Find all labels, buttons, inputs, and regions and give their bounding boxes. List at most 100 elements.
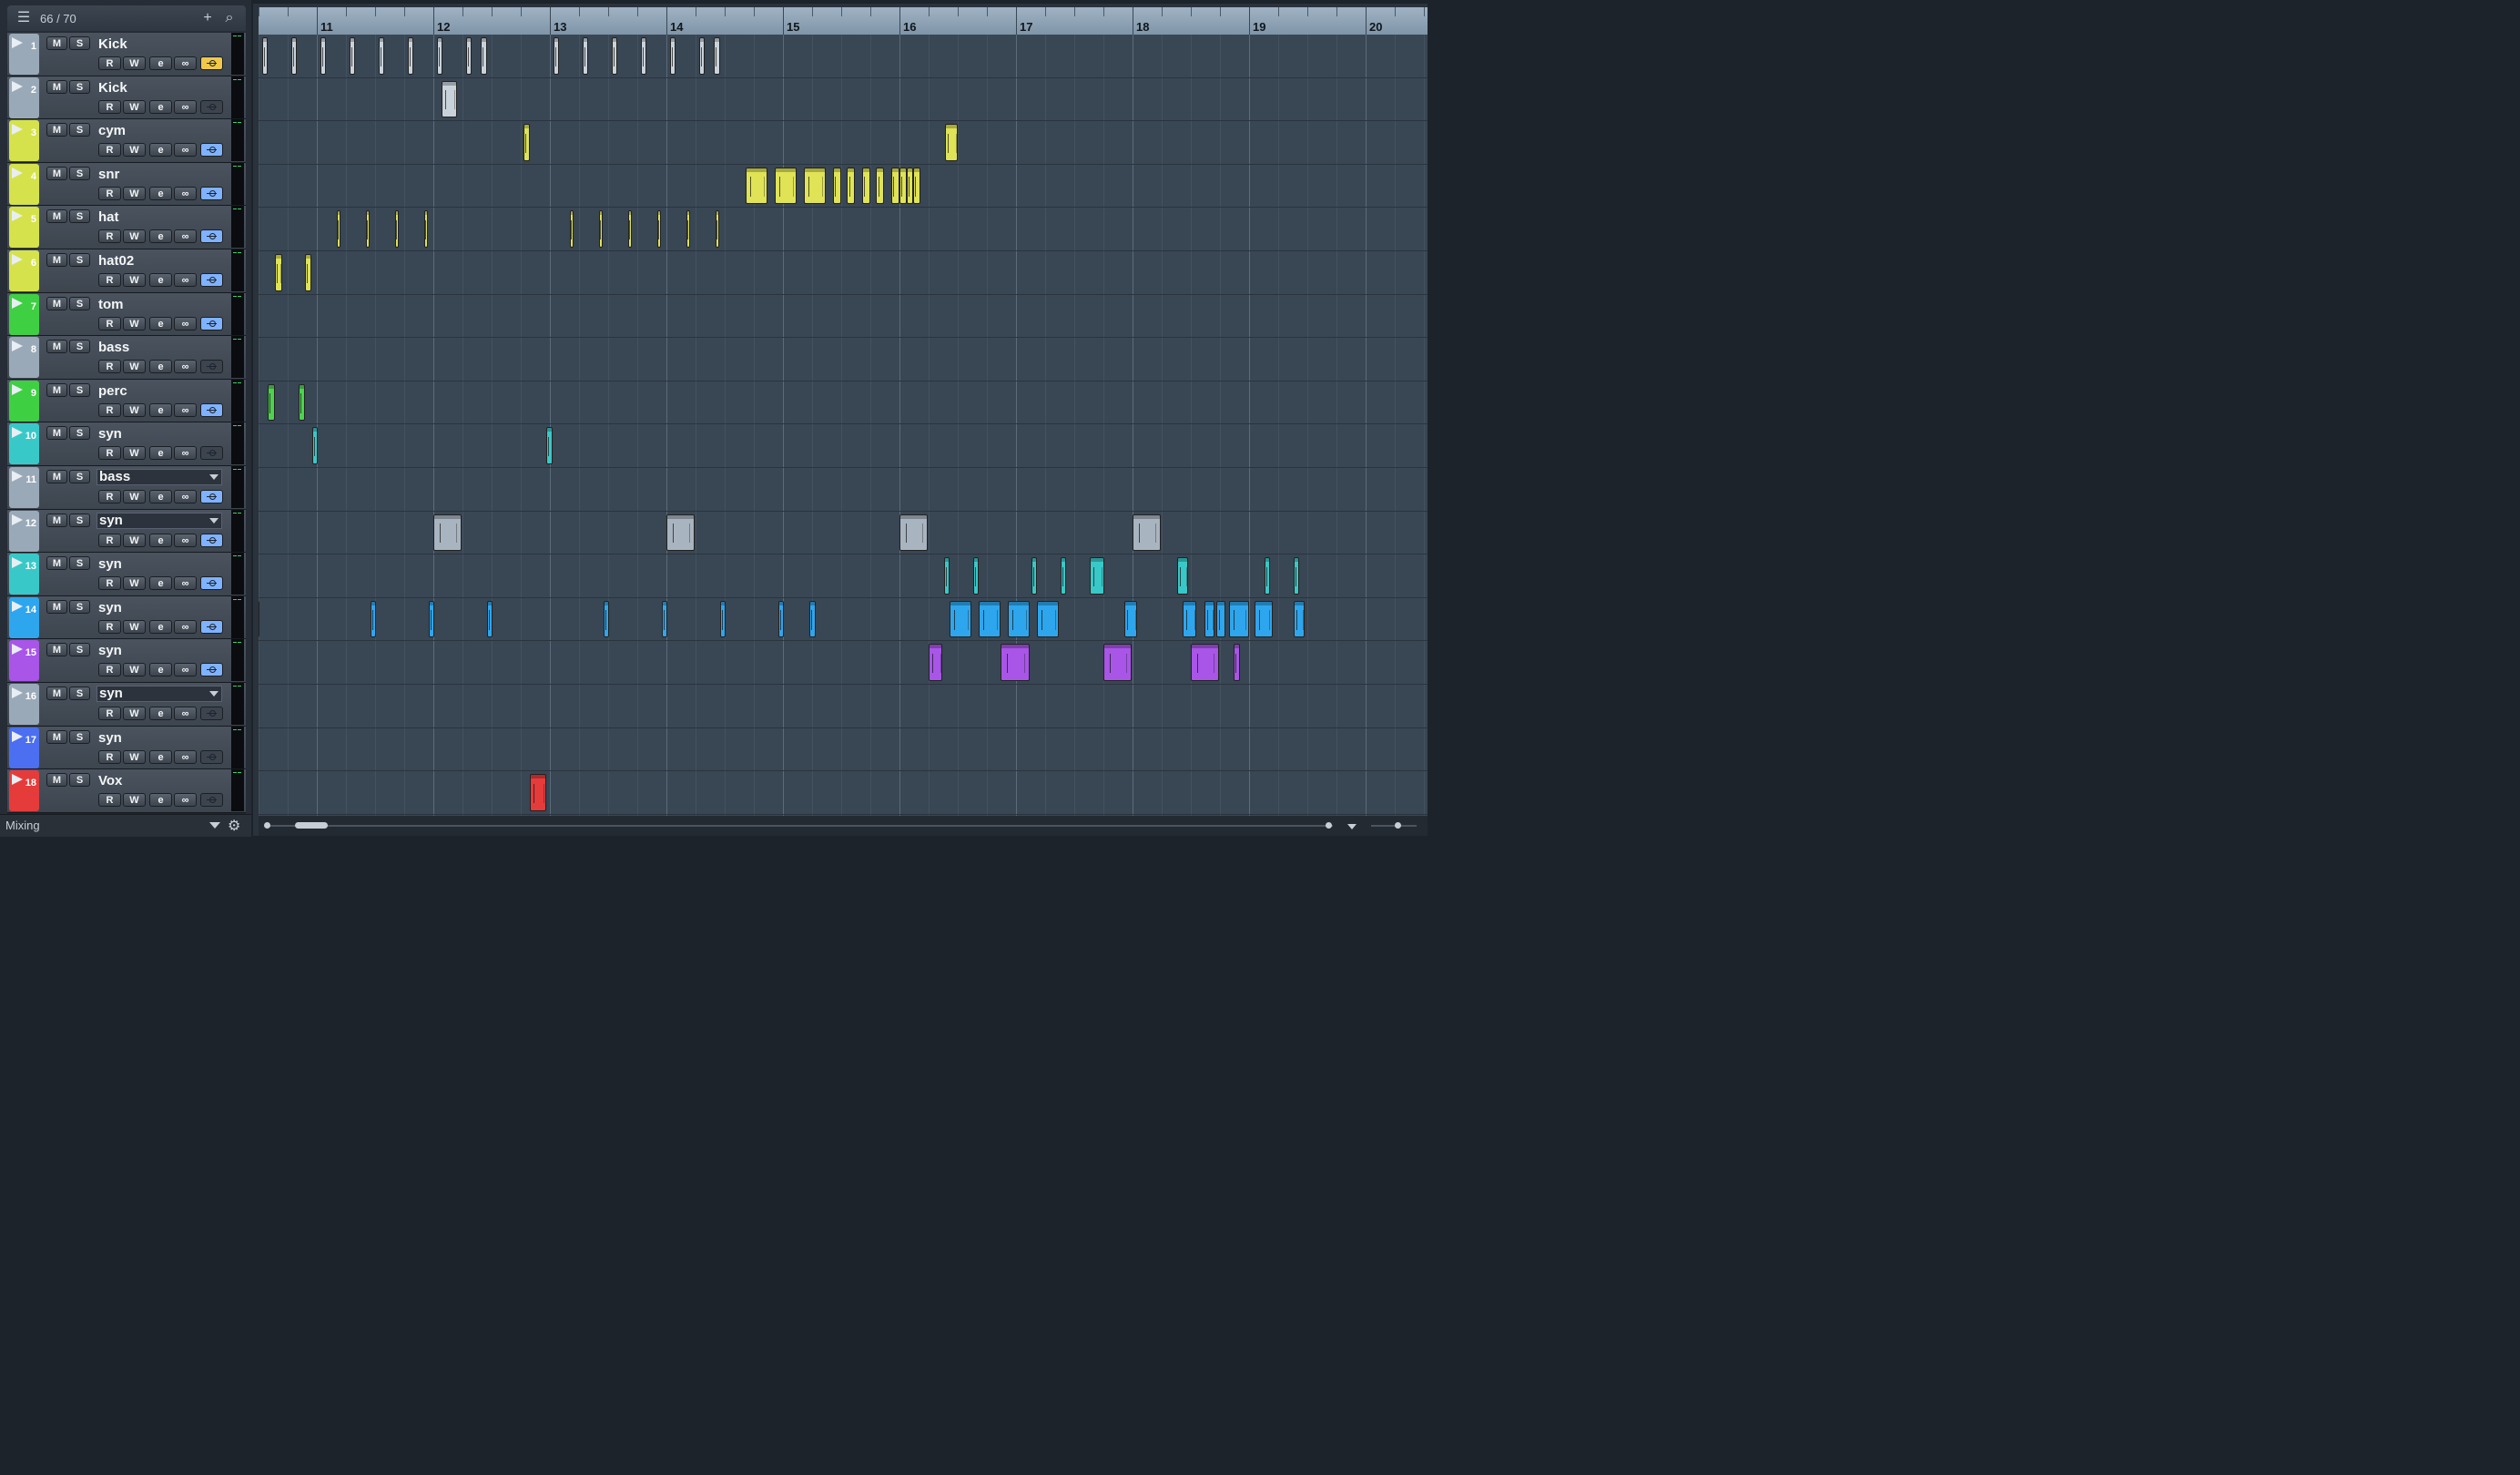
audio-event[interactable] [1264, 557, 1271, 595]
track-header[interactable]: 5 M S R We ∞ hat [7, 206, 246, 249]
solo-button[interactable]: S [69, 556, 90, 571]
audio-event[interactable] [546, 427, 553, 464]
monitor-button[interactable] [200, 706, 223, 720]
audio-event[interactable] [661, 600, 668, 638]
audio-event[interactable] [530, 774, 547, 811]
audio-event[interactable] [1255, 600, 1273, 638]
track-name[interactable]: tom [98, 297, 124, 312]
audio-event[interactable] [394, 210, 399, 248]
audio-event[interactable] [1037, 600, 1060, 638]
mute-button[interactable]: M [46, 252, 67, 267]
audio-event[interactable] [1229, 600, 1249, 638]
read-automation-button[interactable]: R [98, 272, 121, 287]
write-automation-button[interactable]: W [123, 229, 146, 244]
monitor-button[interactable] [200, 186, 223, 200]
monitor-button[interactable] [200, 749, 223, 764]
track-header[interactable]: 14 M S R We ∞ syn [7, 595, 246, 640]
solo-button[interactable]: S [69, 382, 90, 397]
edit-channel-button[interactable]: e [149, 402, 172, 417]
track-header[interactable]: 2 M S R We ∞ Kick [7, 76, 246, 120]
write-automation-button[interactable]: W [123, 663, 146, 677]
track-header[interactable]: 13 M S R We ∞ syn [7, 553, 246, 596]
audio-event[interactable] [365, 210, 370, 248]
link-button[interactable]: ∞ [174, 56, 197, 70]
monitor-button[interactable] [200, 229, 223, 244]
read-automation-button[interactable]: R [98, 316, 121, 331]
expand-triangle-icon[interactable] [12, 210, 23, 222]
track-name[interactable]: Kick [98, 36, 127, 52]
audio-event[interactable] [553, 37, 560, 75]
solo-button[interactable]: S [69, 513, 90, 527]
mute-button[interactable]: M [46, 382, 67, 397]
monitor-button[interactable] [200, 663, 223, 677]
track-name[interactable]: Kick [98, 80, 127, 96]
audio-event[interactable] [862, 167, 870, 205]
read-automation-button[interactable]: R [98, 56, 121, 70]
audio-event[interactable] [320, 37, 327, 75]
link-button[interactable]: ∞ [174, 533, 197, 547]
audio-event[interactable] [582, 37, 589, 75]
monitor-button[interactable] [200, 360, 223, 374]
track-header[interactable]: 7 M S R We ∞ tom [7, 292, 246, 337]
audio-event[interactable] [298, 383, 306, 422]
track-header[interactable]: 16 M S R We ∞ syn [7, 682, 246, 727]
audio-event[interactable] [481, 37, 487, 75]
track-lane[interactable] [259, 78, 1428, 122]
audio-event[interactable] [943, 557, 950, 595]
expand-triangle-icon[interactable] [12, 514, 23, 525]
timeline-ruler[interactable]: 11 12 13 14 15 16 17 18 19 20 [259, 7, 1428, 35]
audio-event[interactable] [686, 210, 690, 248]
link-button[interactable]: ∞ [174, 360, 197, 374]
audio-event[interactable] [274, 254, 282, 291]
write-automation-button[interactable]: W [123, 402, 146, 417]
track-lane[interactable] [259, 381, 1428, 425]
audio-event[interactable] [847, 167, 856, 205]
audio-event[interactable] [669, 37, 676, 75]
track-header[interactable]: 8 M S R We ∞ bass [7, 336, 246, 380]
write-automation-button[interactable]: W [123, 489, 146, 504]
edit-channel-button[interactable]: e [149, 360, 172, 374]
audio-event[interactable] [809, 600, 816, 638]
expand-triangle-icon[interactable] [12, 730, 23, 742]
audio-event[interactable] [929, 644, 943, 681]
mute-button[interactable]: M [46, 426, 67, 441]
audio-event[interactable] [1234, 644, 1240, 681]
track-color-strip[interactable]: 2 [9, 76, 39, 118]
audio-event[interactable] [833, 167, 841, 205]
audio-event[interactable] [1176, 557, 1189, 595]
solo-button[interactable]: S [69, 773, 90, 788]
audio-event[interactable] [336, 210, 340, 248]
gear-icon[interactable]: ⚙ [228, 817, 240, 835]
track-color-strip[interactable]: 12 [9, 510, 39, 552]
monitor-button[interactable] [200, 576, 223, 591]
audio-event[interactable] [698, 37, 706, 75]
read-automation-button[interactable]: R [98, 619, 121, 634]
write-automation-button[interactable]: W [123, 706, 146, 720]
track-header[interactable]: 10 M S R We ∞ syn [7, 422, 246, 466]
audio-event[interactable] [1103, 644, 1132, 681]
read-automation-button[interactable]: R [98, 533, 121, 547]
track-name-dropdown[interactable]: bass [97, 468, 222, 485]
read-automation-button[interactable]: R [98, 706, 121, 720]
audio-event[interactable] [1191, 644, 1219, 681]
mute-button[interactable]: M [46, 79, 67, 94]
solo-button[interactable]: S [69, 340, 90, 354]
audio-event[interactable] [305, 254, 311, 291]
write-automation-button[interactable]: W [123, 186, 146, 200]
write-automation-button[interactable]: W [123, 749, 146, 764]
track-name[interactable]: hat [98, 209, 119, 225]
expand-triangle-icon[interactable] [12, 687, 23, 698]
link-button[interactable]: ∞ [174, 143, 197, 158]
track-header[interactable]: 6 M S R We ∞ hat02 [7, 249, 246, 293]
audio-event[interactable] [777, 600, 785, 638]
track-lane[interactable] [259, 641, 1428, 685]
monitor-button[interactable] [200, 619, 223, 634]
track-color-strip[interactable]: 16 [9, 683, 39, 725]
write-automation-button[interactable]: W [123, 143, 146, 158]
mute-button[interactable]: M [46, 556, 67, 571]
track-header[interactable]: 18 M S R We ∞ Vox [7, 769, 246, 813]
write-automation-button[interactable]: W [123, 446, 146, 461]
audio-event[interactable] [428, 600, 435, 638]
mute-button[interactable]: M [46, 469, 67, 483]
monitor-button[interactable] [200, 793, 223, 808]
